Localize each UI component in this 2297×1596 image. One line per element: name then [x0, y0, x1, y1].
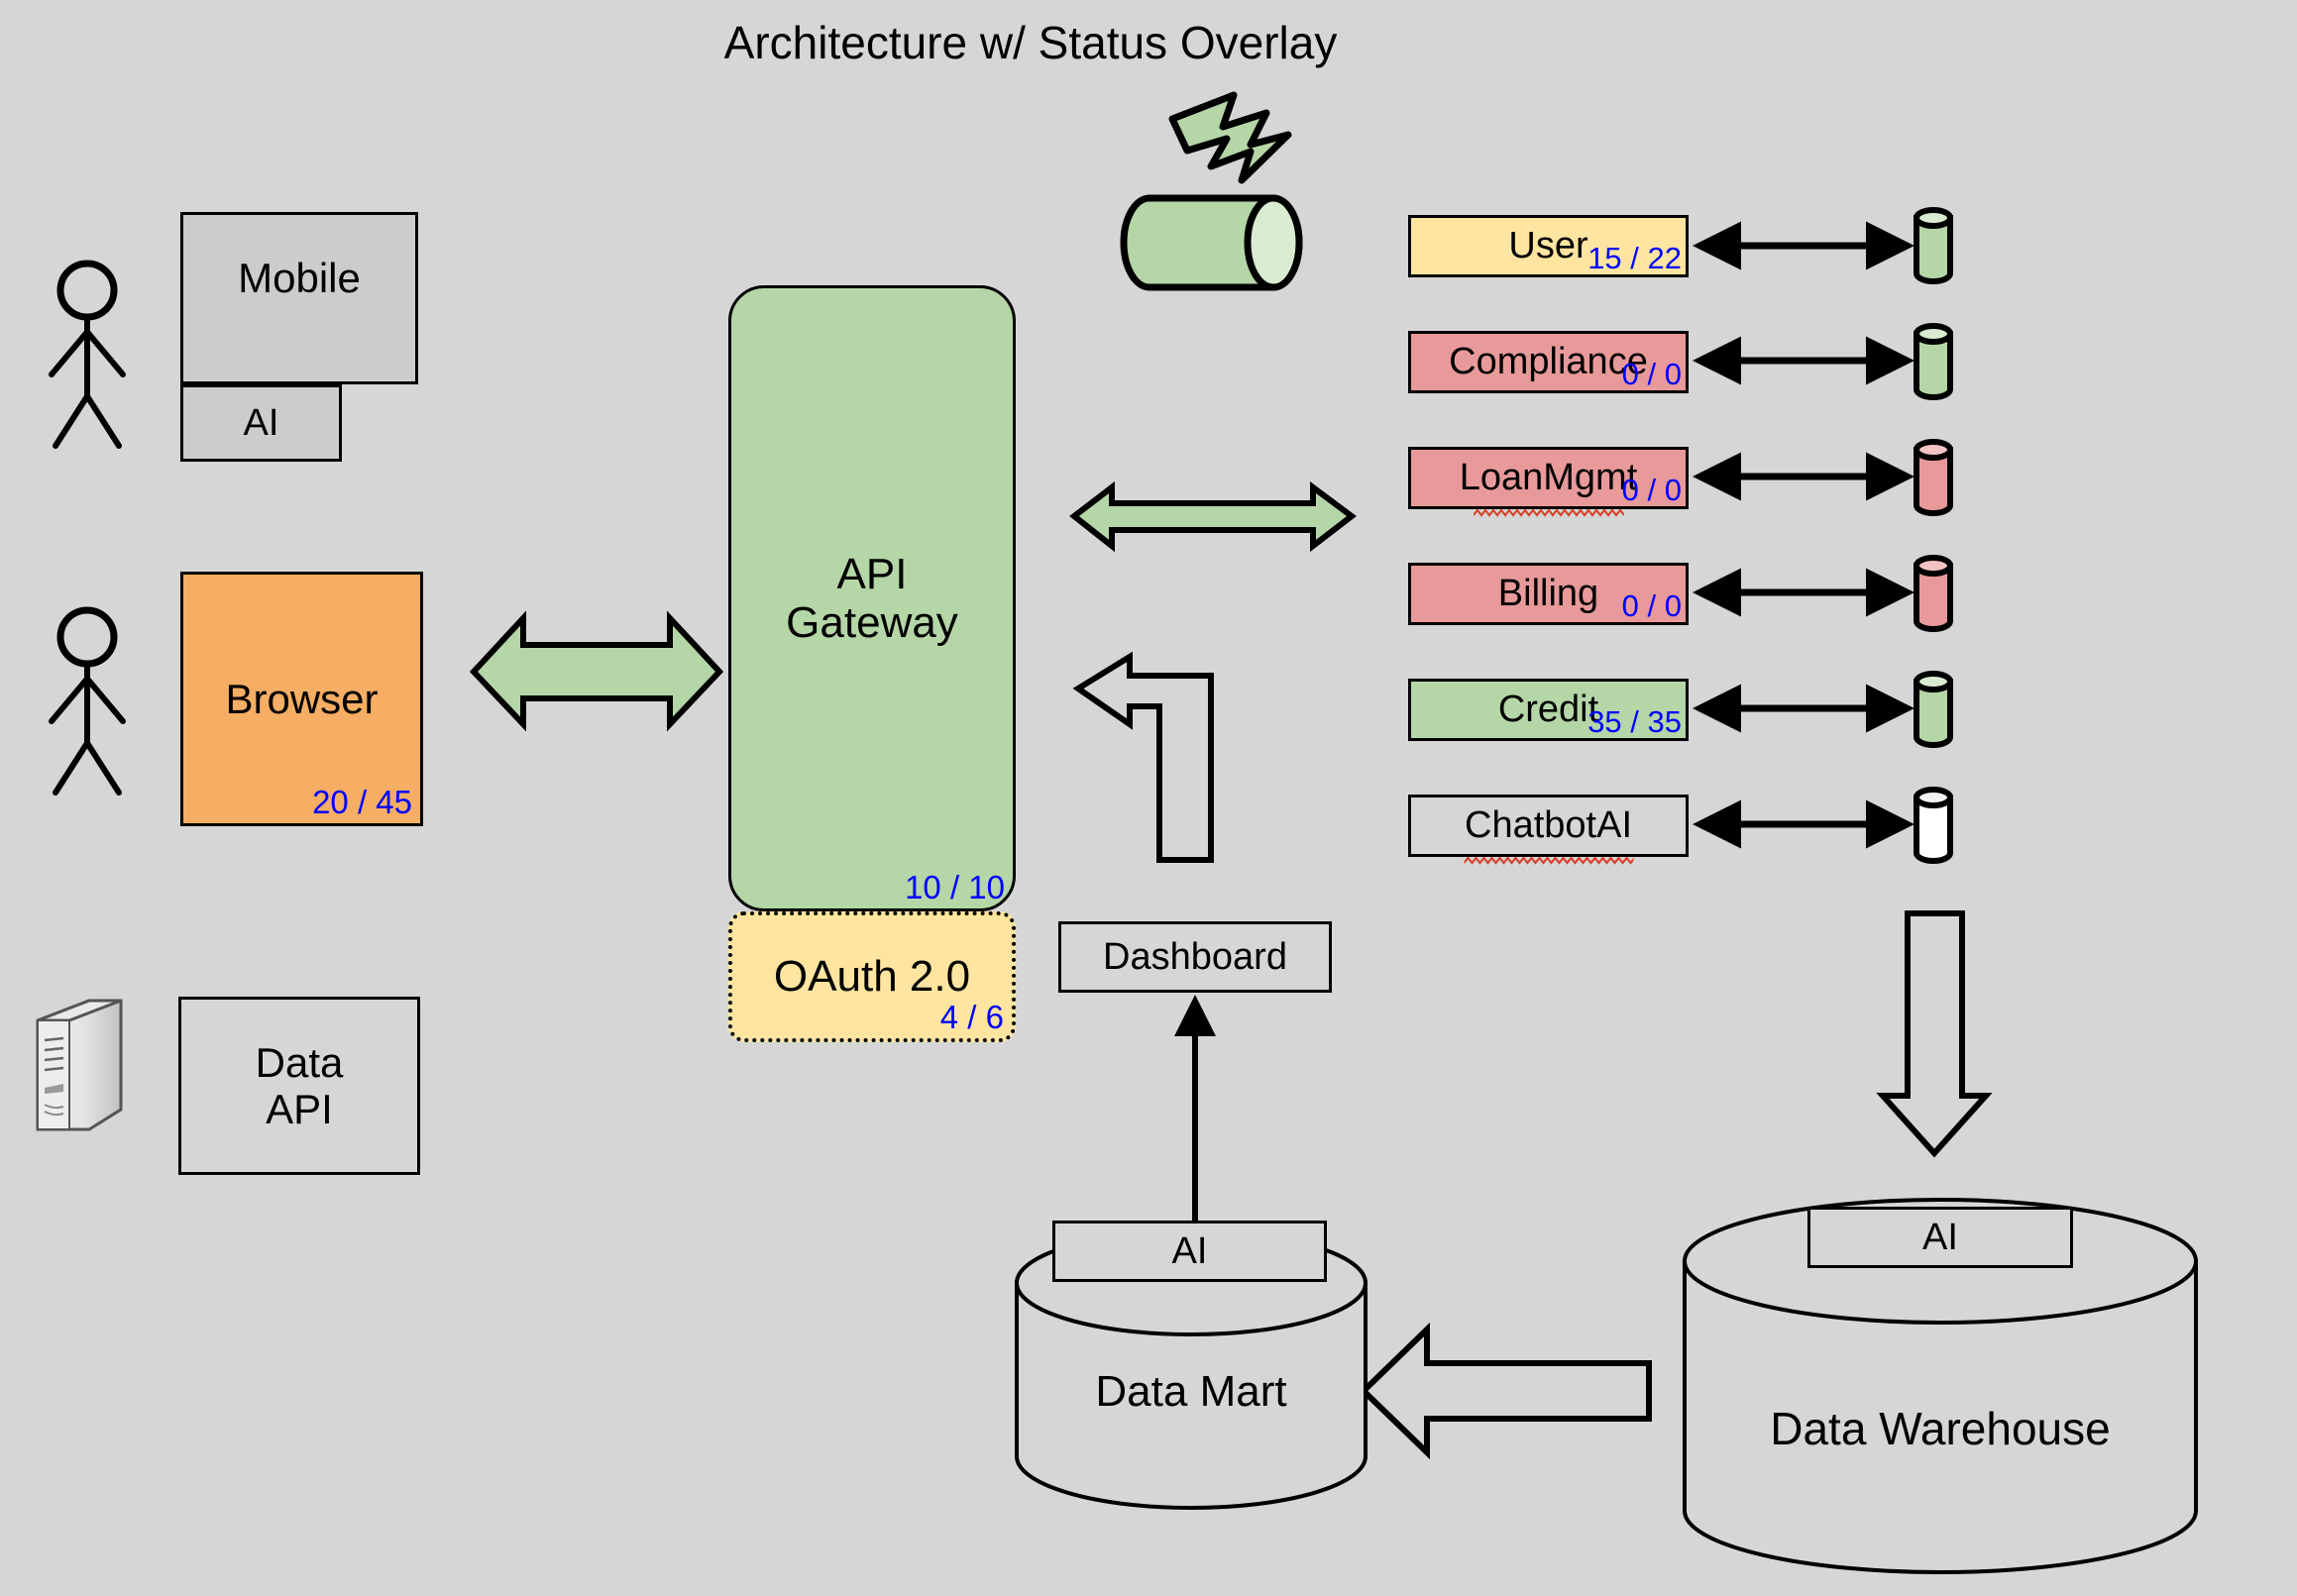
- arrow-gateway-services: [1069, 480, 1357, 553]
- data-warehouse-ai-box[interactable]: AI: [1807, 1207, 2073, 1268]
- service-box-chatbotai[interactable]: ChatbotAI: [1408, 795, 1689, 865]
- service-label: Compliance: [1449, 341, 1648, 382]
- dashboard-box[interactable]: Dashboard: [1058, 921, 1332, 993]
- data-api-label: Data API: [256, 1039, 344, 1132]
- service-box-loanmgmt[interactable]: LoanMgmt 0 / 0: [1408, 447, 1689, 517]
- dashboard-label: Dashboard: [1103, 935, 1287, 978]
- data-mart-ai-label: AI: [1171, 1229, 1208, 1272]
- service-db-compliance-icon: [1914, 323, 1953, 400]
- arrow-browser-gateway: [469, 610, 724, 732]
- browser-status-badge: 20 / 45: [312, 784, 412, 821]
- arrow-warehouse-to-datamart: [1359, 1322, 1652, 1460]
- oauth-label: OAuth 2.0: [773, 952, 971, 1002]
- service-box-billing[interactable]: Billing 0 / 0: [1408, 563, 1689, 625]
- service-db-connectors: [1693, 221, 1914, 849]
- api-gateway-status-badge: 10 / 10: [905, 869, 1005, 906]
- service-label: User: [1508, 225, 1588, 266]
- service-db-credit-icon: [1914, 671, 1953, 748]
- service-db-user-icon: [1914, 207, 1953, 284]
- mobile-ai-label: AI: [243, 401, 279, 444]
- data-api-box[interactable]: Data API: [178, 997, 420, 1175]
- service-label: ChatbotAI: [1465, 804, 1632, 846]
- api-gateway-line1: API: [836, 549, 908, 598]
- diagram-canvas: Architecture w/ Status Overlay Mobile AI…: [0, 0, 2297, 1596]
- service-db-billing-icon: [1914, 555, 1953, 632]
- service-db-chatbotai-icon: [1914, 787, 1953, 864]
- service-status-badge: 0 / 0: [1621, 588, 1682, 623]
- service-label: Billing: [1497, 573, 1599, 614]
- browser-label: Browser: [225, 675, 379, 722]
- browser-client-box[interactable]: Browser 20 / 45: [180, 572, 423, 826]
- service-status-badge: 15 / 22: [1587, 241, 1682, 275]
- mobile-ai-subbox[interactable]: AI: [180, 384, 342, 462]
- oauth-status-badge: 4 / 6: [939, 999, 1004, 1036]
- service-status-badge: 0 / 0: [1621, 473, 1682, 507]
- service-box-credit[interactable]: Credit 35 / 35: [1408, 679, 1689, 741]
- arrow-down-to-warehouse: [1876, 910, 1993, 1158]
- service-label: LoanMgmt: [1459, 457, 1638, 498]
- tower-server-icon: [36, 999, 123, 1131]
- oauth-box[interactable]: OAuth 2.0 4 / 6: [728, 911, 1016, 1042]
- data-warehouse-label: Data Warehouse: [1770, 1403, 2111, 1454]
- data-warehouse-ai-label: AI: [1922, 1216, 1958, 1258]
- arrow-services-gateway-elbow: [1072, 651, 1214, 863]
- actor-mobile-icon: [49, 260, 126, 449]
- horizontal-cylinder-icon: [1120, 194, 1303, 291]
- lightning-bolt-icon: [1168, 91, 1292, 184]
- service-box-user[interactable]: User 15 / 22: [1408, 215, 1689, 277]
- api-gateway-label: API Gateway: [786, 550, 958, 648]
- service-box-compliance[interactable]: Compliance 0 / 0: [1408, 331, 1689, 393]
- actor-browser-icon: [49, 606, 126, 796]
- service-status-badge: 35 / 35: [1587, 704, 1682, 739]
- service-db-loanmgmt-icon: [1914, 439, 1953, 516]
- mobile-label: Mobile: [238, 255, 361, 301]
- data-api-line2: API: [266, 1086, 333, 1132]
- service-label: Credit: [1497, 689, 1599, 730]
- data-mart-label: Data Mart: [1095, 1367, 1287, 1416]
- api-gateway-line2: Gateway: [786, 598, 958, 647]
- api-gateway-box[interactable]: API Gateway 10 / 10: [728, 285, 1016, 911]
- service-status-badge: 0 / 0: [1621, 357, 1682, 391]
- data-mart-ai-box[interactable]: AI: [1052, 1221, 1327, 1282]
- mobile-client-box[interactable]: Mobile: [180, 212, 418, 384]
- data-api-line1: Data: [255, 1038, 344, 1086]
